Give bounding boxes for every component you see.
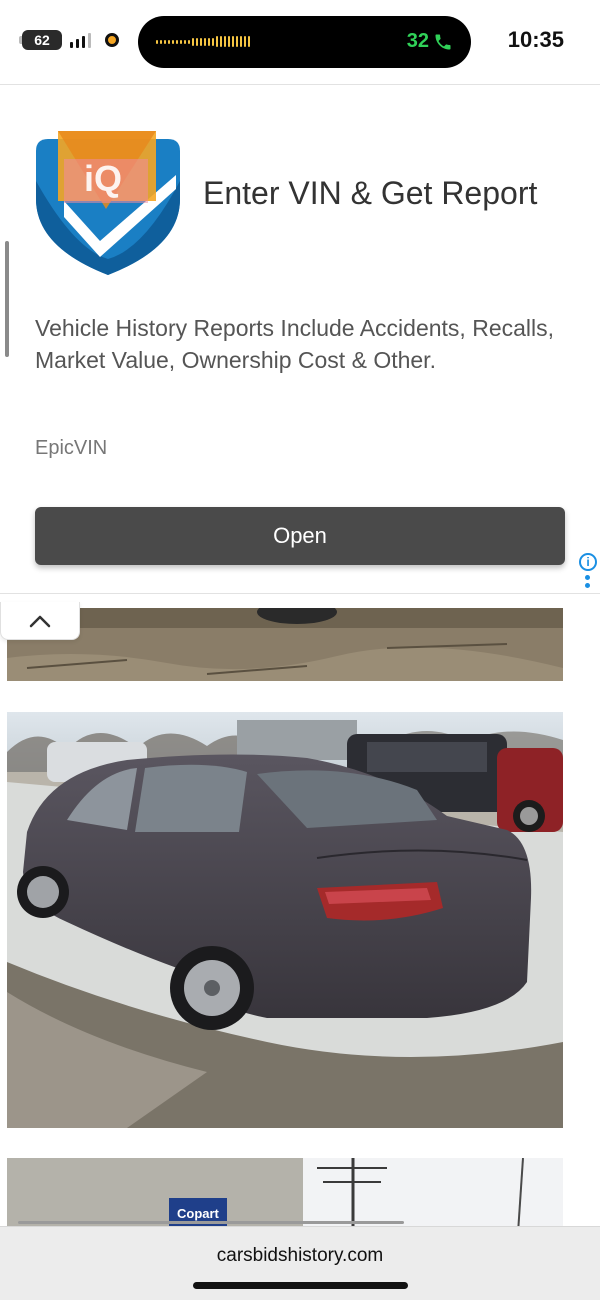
page: 62 32 10:35 iQ Enter VIN & Get Report Ve… — [0, 0, 600, 1300]
ad-description: Vehicle History Reports Include Accident… — [35, 315, 555, 373]
horizontal-scrollbar — [18, 1221, 404, 1224]
status-left: 62 — [19, 30, 119, 50]
recording-indicator-icon — [105, 33, 119, 47]
audio-waveform-icon — [156, 36, 250, 47]
phone-icon — [435, 34, 451, 49]
vehicle-photo-ground[interactable] — [7, 608, 563, 681]
signal-icon — [70, 32, 91, 48]
ad-card[interactable]: iQ Enter VIN & Get Report Vehicle Histor… — [0, 84, 600, 594]
dynamic-island[interactable]: 32 — [138, 16, 471, 68]
ad-logo: iQ — [36, 131, 180, 275]
ground-image — [7, 608, 563, 681]
ad-logo-text: iQ — [84, 158, 122, 199]
url-text[interactable]: carsbidshistory.com — [0, 1245, 600, 1267]
call-timer-value: 32 — [406, 30, 429, 52]
call-timer: 32 — [407, 30, 453, 53]
browser-address-bar[interactable]: carsbidshistory.com — [0, 1221, 600, 1300]
scroll-indicator — [5, 241, 9, 357]
info-icon[interactable]: i — [579, 553, 597, 571]
collapse-ad-button[interactable] — [0, 602, 80, 640]
more-vertical-icon[interactable] — [585, 575, 591, 588]
copart-sign-text: Copart — [177, 1206, 220, 1221]
battery-level: 62 — [34, 32, 50, 48]
home-indicator[interactable] — [193, 1282, 408, 1289]
vehicle-photo-sedan[interactable] — [7, 712, 563, 1128]
battery-icon: 62 — [19, 30, 62, 50]
sedan-image — [7, 712, 563, 1128]
chevron-up-icon — [29, 615, 51, 628]
ad-advertiser: EpicVIN — [35, 437, 108, 459]
clock: 10:35 — [507, 27, 564, 52]
status-bar: 62 32 10:35 — [0, 0, 600, 82]
ad-open-button[interactable]: Open — [35, 507, 565, 565]
ad-title[interactable]: Enter VIN & Get Report — [203, 171, 563, 216]
